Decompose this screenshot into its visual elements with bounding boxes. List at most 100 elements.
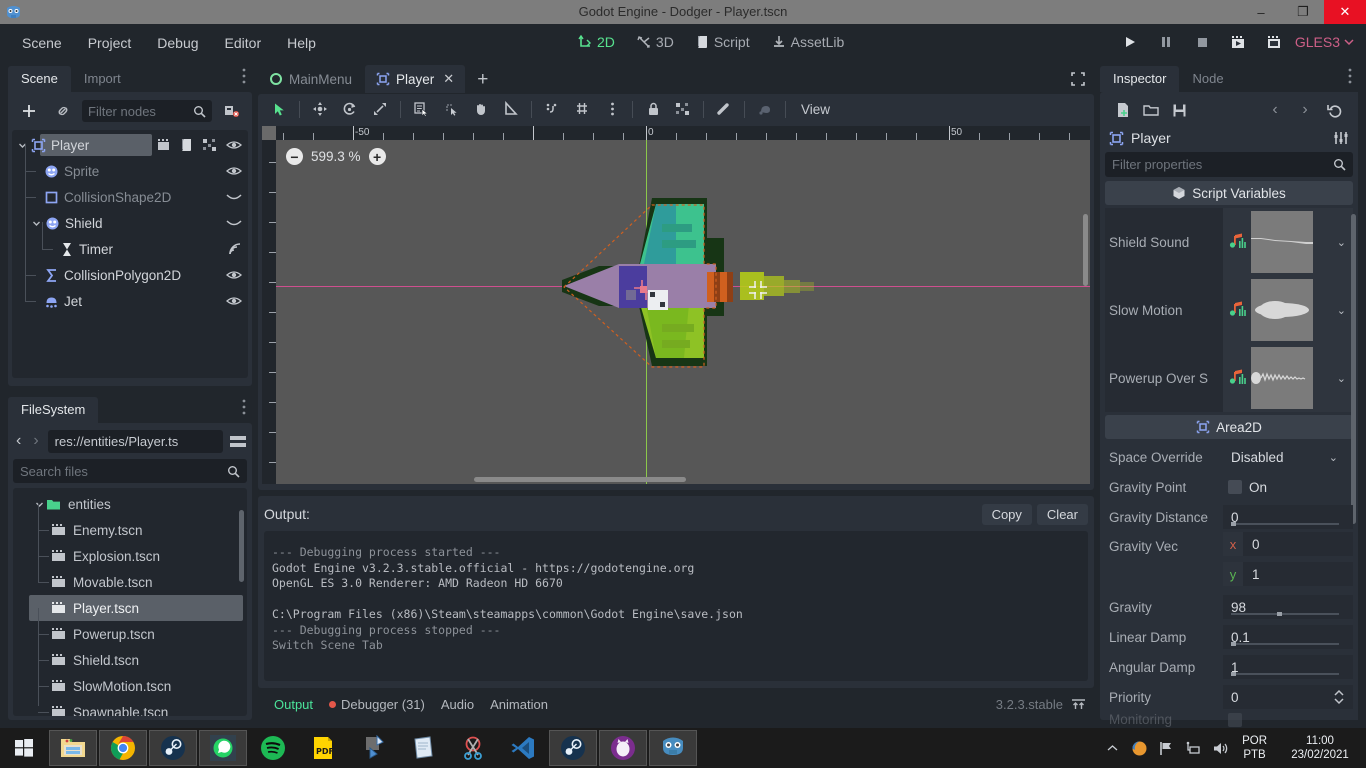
eye-icon[interactable]: [226, 165, 242, 177]
taskbar-vscode-icon[interactable]: [499, 730, 547, 766]
taskbar-purple-app-icon[interactable]: [599, 730, 647, 766]
filesystem-file-powerup[interactable]: Powerup.tscn: [13, 608, 247, 647]
pan-mode-icon[interactable]: [466, 97, 496, 121]
tree-item-sprite[interactable]: Sprite: [12, 144, 248, 184]
scale-mode-icon[interactable]: [365, 97, 395, 121]
play-scene-icon[interactable]: [1223, 30, 1253, 54]
filesystem-folder-entities[interactable]: entities: [13, 491, 247, 517]
view-menu-button[interactable]: View: [791, 102, 840, 117]
filter-properties-input[interactable]: Filter properties: [1105, 152, 1353, 177]
chevron-down-icon[interactable]: [35, 500, 44, 509]
taskbar-steam-window-icon[interactable]: [549, 730, 597, 766]
taskbar-file-explorer-icon[interactable]: [49, 730, 97, 766]
taskbar-snipping-tool-icon[interactable]: [449, 730, 497, 766]
more-options-icon[interactable]: [597, 97, 627, 121]
inspector-forward-button[interactable]: ›: [1291, 99, 1319, 121]
gravity-point-checkbox[interactable]: On: [1223, 480, 1353, 495]
group-icon[interactable]: [668, 97, 698, 121]
bottom-tab-debugger[interactable]: Debugger (31): [321, 694, 433, 715]
chevron-down-icon[interactable]: [32, 219, 45, 228]
ruler-mode-icon[interactable]: [496, 97, 526, 121]
play-custom-scene-icon[interactable]: [1259, 30, 1289, 54]
gravity-input[interactable]: 98: [1223, 595, 1353, 619]
menu-debug[interactable]: Debug: [145, 31, 210, 55]
viewport-canvas[interactable]: -50 0 50 − 599.3 % +: [262, 126, 1090, 484]
gravity-vec-x-input[interactable]: x 0: [1223, 532, 1353, 556]
group-icon[interactable]: [156, 138, 171, 152]
nav-back-button[interactable]: ‹: [13, 432, 24, 450]
mode-button-2d[interactable]: 2D: [570, 30, 623, 54]
angular-damp-input[interactable]: 1: [1223, 655, 1353, 679]
save-icon[interactable]: [1165, 99, 1193, 121]
eye-icon[interactable]: [226, 295, 242, 307]
taskbar-whatsapp-icon[interactable]: [199, 730, 247, 766]
bottom-tab-animation[interactable]: Animation: [482, 694, 556, 715]
renderer-selector[interactable]: GLES3: [1295, 34, 1358, 50]
volume-icon[interactable]: [1211, 739, 1229, 757]
select-mode-icon[interactable]: [264, 97, 294, 121]
category-area2d[interactable]: Area2D: [1105, 415, 1353, 439]
taskbar-pdf-reader-icon[interactable]: PDF: [299, 730, 347, 766]
expand-bottom-icon[interactable]: [1071, 698, 1086, 711]
menu-help[interactable]: Help: [275, 31, 328, 55]
inspector-back-button[interactable]: ‹: [1261, 99, 1289, 121]
filesystem-file-enemy[interactable]: Enemy.tscn: [13, 504, 247, 543]
menu-editor[interactable]: Editor: [213, 31, 274, 55]
audio-resource-field[interactable]: ⌄: [1223, 208, 1353, 276]
minimize-button[interactable]: –: [1240, 0, 1282, 24]
space-override-dropdown[interactable]: Disabled ⌄: [1223, 450, 1353, 465]
gravity-vec-y-input[interactable]: y 1: [1223, 562, 1353, 586]
bone-icon[interactable]: [709, 97, 739, 121]
new-resource-icon[interactable]: [1109, 99, 1137, 121]
visibility-off-icon[interactable]: [226, 217, 242, 229]
checkbox-icon[interactable]: [1228, 712, 1242, 727]
output-log[interactable]: --- Debugging process started --- Godot …: [264, 531, 1088, 681]
zoom-out-button[interactable]: −: [286, 148, 303, 165]
taskbar-godot-engine-icon[interactable]: [649, 730, 697, 766]
slider-knob[interactable]: [1231, 672, 1236, 676]
tab-filesystem[interactable]: FileSystem: [8, 397, 99, 423]
list-select-icon[interactable]: [406, 97, 436, 121]
tab-import[interactable]: Import: [71, 66, 134, 92]
player-spaceship-sprite[interactable]: [544, 186, 844, 386]
zoom-in-button[interactable]: +: [368, 148, 386, 165]
move-mode-icon[interactable]: [305, 97, 335, 121]
scene-tree[interactable]: Player Sprite CollisionShape2D Shield Ti…: [12, 130, 248, 378]
inspector-scrollbar[interactable]: [1351, 214, 1356, 524]
mode-button-script[interactable]: Script: [688, 30, 758, 54]
pause-icon[interactable]: [1151, 30, 1181, 54]
menu-scene[interactable]: Scene: [10, 31, 74, 55]
copy-button[interactable]: Copy: [981, 503, 1032, 525]
filter-nodes-input[interactable]: Filter nodes: [82, 100, 212, 122]
lock-icon[interactable]: [638, 97, 668, 121]
snap-config-icon[interactable]: [567, 97, 597, 121]
tree-item-jet[interactable]: Jet: [12, 274, 248, 314]
windows-logo-icon[interactable]: [0, 728, 48, 768]
rotate-mode-icon[interactable]: [335, 97, 365, 121]
current-path-field[interactable]: res://entities/Player.ts: [47, 429, 223, 453]
eye-icon[interactable]: [226, 269, 242, 281]
linear-damp-input[interactable]: 0.1: [1223, 625, 1353, 649]
eye-icon[interactable]: [226, 139, 242, 151]
scene-tree-icon[interactable]: [216, 99, 246, 123]
stop-icon[interactable]: [1187, 30, 1217, 54]
firefox-tray-icon[interactable]: [1130, 739, 1148, 757]
tree-item-shield[interactable]: Shield: [12, 196, 248, 236]
bottom-tab-output[interactable]: Output: [266, 694, 321, 715]
filesystem-file-player[interactable]: Player.tscn: [29, 595, 243, 621]
tab-node[interactable]: Node: [1179, 66, 1236, 92]
filesystem-file-shield[interactable]: Shield.tscn: [13, 634, 247, 673]
language-indicator[interactable]: POR PTB: [1238, 734, 1271, 762]
scene-tab-mainmenu[interactable]: MainMenu: [258, 66, 363, 93]
slider-track[interactable]: [1231, 523, 1339, 525]
slider-knob[interactable]: [1231, 522, 1236, 526]
network-icon[interactable]: [1184, 739, 1202, 757]
scene-dock-menu-icon[interactable]: [242, 68, 246, 84]
slider-track[interactable]: [1231, 643, 1339, 645]
tree-item-timer[interactable]: Timer: [12, 222, 248, 262]
connect-icon[interactable]: [202, 138, 217, 152]
maximize-button[interactable]: ❐: [1282, 0, 1324, 24]
add-scene-tab-button[interactable]: +: [467, 68, 498, 91]
taskbar-sticky-notes-icon[interactable]: [349, 730, 397, 766]
tab-inspector[interactable]: Inspector: [1100, 66, 1180, 92]
